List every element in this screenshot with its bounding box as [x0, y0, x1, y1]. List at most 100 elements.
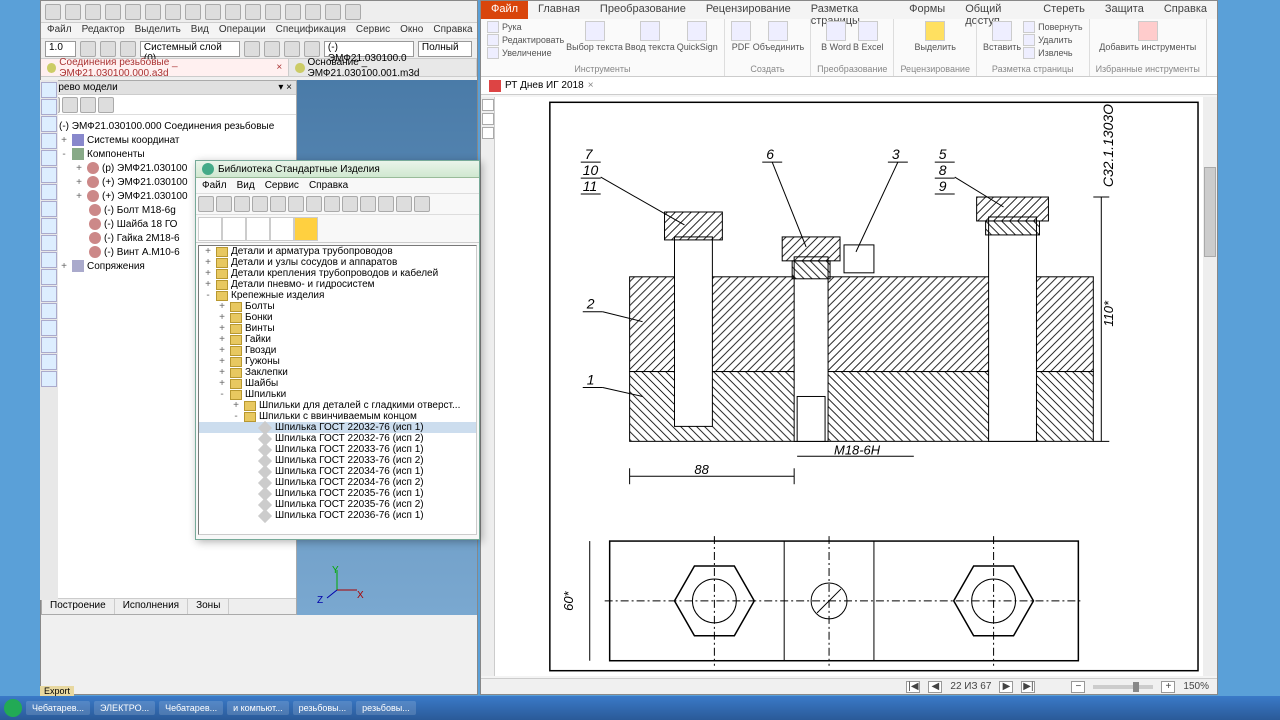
lib-help-icon[interactable]: [414, 196, 430, 212]
lib-tree-item[interactable]: Шпилька ГОСТ 22033-76 (исп 2): [199, 455, 476, 466]
expand-icon[interactable]: -: [59, 149, 69, 160]
lib-tree-item[interactable]: Шпилька ГОСТ 22034-76 (исп 2): [199, 477, 476, 488]
tree-root[interactable]: (-) ЭМФ21.030100.000 Соединения резьбовы…: [44, 119, 294, 133]
attachments-icon[interactable]: [482, 127, 494, 139]
tool-icon[interactable]: [41, 116, 57, 132]
lib-tree-item[interactable]: Шпилька ГОСТ 22035-76 (исп 1): [199, 488, 476, 499]
ribbon-tab-help[interactable]: Справка: [1154, 1, 1217, 19]
insert-button[interactable]: Вставить: [983, 21, 1021, 52]
doc-tab-active[interactable]: Соединения резьбовые _ ЭМФ21.030100.000.…: [41, 59, 289, 76]
lib-tree-item[interactable]: Шпилька ГОСТ 22033-76 (исп 1): [199, 444, 476, 455]
ribbon-tab-file[interactable]: Файл: [481, 1, 528, 19]
expand-icon[interactable]: -: [217, 389, 227, 400]
lib-tree-item[interactable]: Шпилька ГОСТ 22035-76 (исп 2): [199, 499, 476, 510]
tool-icon[interactable]: [41, 99, 57, 115]
lib-tree-item[interactable]: +Детали и узлы сосудов и аппаратов: [199, 257, 476, 268]
expand-icon[interactable]: +: [217, 312, 227, 323]
tool-icon[interactable]: [41, 167, 57, 183]
lib-tree-item[interactable]: +Гайки: [199, 334, 476, 345]
open-icon[interactable]: [65, 4, 81, 20]
lib-menu-help[interactable]: Справка: [309, 180, 348, 191]
cut-icon[interactable]: [145, 4, 161, 20]
vertical-scrollbar[interactable]: [1203, 97, 1217, 676]
lib-tab-icon[interactable]: [198, 217, 222, 241]
taskbar-item[interactable]: ЭЛЕКТРО...: [94, 701, 155, 715]
lib-tool-icon[interactable]: [324, 196, 340, 212]
lib-tree-item[interactable]: +Винты: [199, 323, 476, 334]
tool-icon[interactable]: [41, 235, 57, 251]
lib-tool-icon[interactable]: [342, 196, 358, 212]
library-icon[interactable]: [265, 4, 281, 20]
close-icon[interactable]: ×: [276, 62, 282, 73]
preview-icon[interactable]: [125, 4, 141, 20]
add-tools-button[interactable]: Добавить инструменты: [1099, 21, 1196, 52]
expand-icon[interactable]: +: [74, 191, 84, 202]
menu-select[interactable]: Выделить: [135, 24, 181, 37]
taskbar-item[interactable]: и компьют...: [227, 701, 289, 715]
expand-icon[interactable]: +: [59, 261, 69, 272]
edit-tool[interactable]: Редактировать: [487, 34, 564, 46]
expand-icon[interactable]: +: [231, 400, 241, 411]
menu-ops[interactable]: Операции: [219, 24, 266, 37]
expand-icon[interactable]: +: [217, 356, 227, 367]
lib-menu-view[interactable]: Вид: [237, 180, 255, 191]
settings-icon[interactable]: [325, 4, 341, 20]
layer-icon[interactable]: [100, 41, 116, 57]
select-text-button[interactable]: Выбор текста: [566, 21, 623, 52]
lib-tool-icon[interactable]: [306, 196, 322, 212]
pdf-page-viewport[interactable]: С32.1.1303О: [495, 97, 1203, 676]
tool-icon[interactable]: [41, 337, 57, 353]
lib-tree-item[interactable]: +Бонки: [199, 312, 476, 323]
ribbon-tab-share[interactable]: Общий доступ: [955, 1, 1033, 19]
menu-editor[interactable]: Редактор: [82, 24, 125, 37]
delete-button[interactable]: Удалить: [1023, 34, 1082, 46]
lib-tab-icon[interactable]: [246, 217, 270, 241]
lib-tool-icon[interactable]: [234, 196, 250, 212]
copy-icon[interactable]: [165, 4, 181, 20]
zoom-out-button[interactable]: −: [1071, 681, 1085, 693]
active-doc-combo[interactable]: (-) ЭМФ21.030100.0: [324, 41, 414, 57]
tool-icon[interactable]: [244, 41, 260, 57]
expand-icon[interactable]: +: [74, 163, 84, 174]
to-excel-button[interactable]: В Excel: [853, 21, 884, 52]
zoom-tool[interactable]: Увеличение: [487, 47, 564, 59]
tool-icon[interactable]: [41, 150, 57, 166]
expand-icon[interactable]: +: [217, 367, 227, 378]
first-page-button[interactable]: |◀: [906, 681, 920, 693]
expand-icon[interactable]: +: [203, 257, 213, 268]
tree-tab-build[interactable]: Построение: [42, 599, 115, 614]
expand-icon[interactable]: +: [203, 246, 213, 257]
ribbon-tab-convert[interactable]: Преобразование: [590, 1, 696, 19]
prev-page-button[interactable]: ◀: [928, 681, 942, 693]
start-button[interactable]: [4, 699, 22, 717]
expand-icon[interactable]: +: [203, 279, 213, 290]
ribbon-tab-layout[interactable]: Разметка страницы: [801, 1, 899, 19]
lib-menu-file[interactable]: Файл: [202, 180, 227, 191]
lib-tree-item[interactable]: +Детали и арматура трубопроводов: [199, 246, 476, 257]
lib-tree-item[interactable]: Шпилька ГОСТ 22032-76 (исп 1): [199, 422, 476, 433]
layer-combo[interactable]: Системный слой (0): [140, 41, 240, 57]
expand-icon[interactable]: +: [217, 301, 227, 312]
lib-tool-icon[interactable]: [396, 196, 412, 212]
menu-file[interactable]: Файл: [47, 24, 72, 37]
highlight-button[interactable]: Выделить: [914, 21, 956, 52]
tree-close-icon[interactable]: ▾ ×: [278, 82, 292, 93]
save-icon[interactable]: [85, 4, 101, 20]
lib-tree-item[interactable]: +Гужоны: [199, 356, 476, 367]
lib-tool-icon[interactable]: [378, 196, 394, 212]
lib-menu-service[interactable]: Сервис: [265, 180, 299, 191]
tool-icon[interactable]: [41, 303, 57, 319]
last-page-button[interactable]: ▶|: [1021, 681, 1035, 693]
menu-spec[interactable]: Спецификация: [276, 24, 346, 37]
expand-icon[interactable]: -: [231, 411, 241, 422]
lib-tree-item[interactable]: -Шпильки с ввинчиваемым концом: [199, 411, 476, 422]
tree-tab-exec[interactable]: Исполнения: [115, 599, 188, 614]
lib-tool-icon[interactable]: [270, 196, 286, 212]
ribbon-tab-protect[interactable]: Защита: [1095, 1, 1154, 19]
lib-tree-item[interactable]: +Детали пневмо- и гидросистем: [199, 279, 476, 290]
lib-tree-item[interactable]: -Шпильки: [199, 389, 476, 400]
scale-combo[interactable]: 1.0: [45, 41, 76, 57]
lib-tree-item[interactable]: Шпилька ГОСТ 22032-76 (исп 2): [199, 433, 476, 444]
layer-icon[interactable]: [120, 41, 136, 57]
ribbon-tab-forms[interactable]: Формы: [899, 1, 955, 19]
